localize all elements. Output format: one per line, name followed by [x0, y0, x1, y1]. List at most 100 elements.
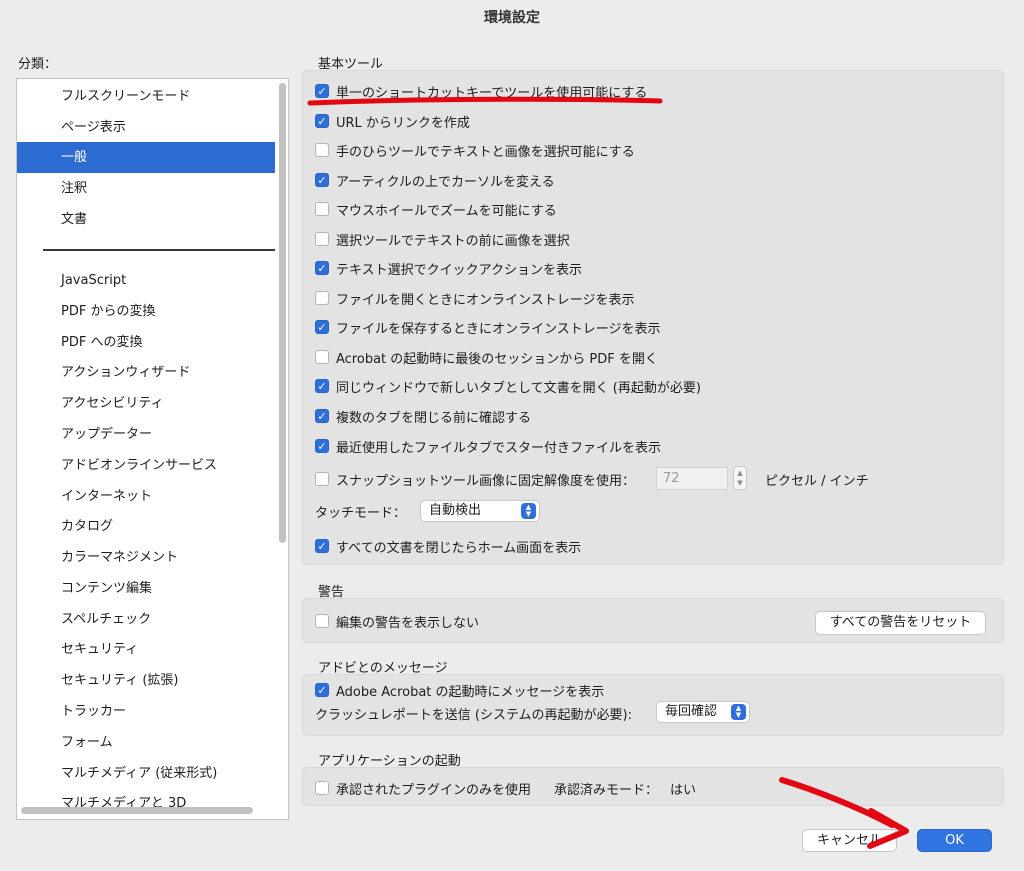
- snapshot-resolution-row[interactable]: スナップショットツール画像に固定解像度を使用：: [315, 469, 635, 489]
- option-row[interactable]: 編集の警告を表示しない: [315, 611, 479, 631]
- checkbox[interactable]: ✓: [315, 320, 329, 334]
- option-row[interactable]: ✓ URL からリンクを作成: [315, 111, 470, 131]
- approved-mode-label: 承認済みモード：: [554, 782, 659, 798]
- category-list[interactable]: フルスクリーンモード ページ表示 一般 注釈 文書 JavaScript PDF…: [16, 78, 289, 820]
- checkbox[interactable]: [315, 614, 329, 628]
- option-label: 同じウィンドウで新しいタブとして文書を開く (再起動が必要): [336, 380, 701, 396]
- option-label: URL からリンクを作成: [336, 115, 470, 131]
- option-row[interactable]: マウスホイールでズームを可能にする: [315, 199, 557, 219]
- sidebar-item[interactable]: アクセシビリティ: [17, 388, 275, 419]
- window-title: 環境設定: [484, 10, 540, 26]
- checkbox[interactable]: [315, 350, 329, 364]
- checkbox[interactable]: [315, 202, 329, 216]
- select-arrows-icon: ▲ ▼: [731, 704, 746, 720]
- sidebar-item[interactable]: PDF からの変換: [17, 296, 275, 327]
- sidebar-item[interactable]: フォーム: [17, 727, 275, 758]
- checkbox[interactable]: ✓: [315, 84, 329, 98]
- checkbox[interactable]: ✓: [315, 173, 329, 187]
- option-row[interactable]: ✓ 最近使用したファイルタブでスター付きファイルを表示: [315, 436, 661, 456]
- option-label: すべての文書を閉じたらホーム画面を表示: [336, 540, 582, 556]
- checkbox[interactable]: [315, 781, 329, 795]
- checkbox[interactable]: ✓: [315, 539, 329, 553]
- option-row[interactable]: ✓ 複数のタブを閉じる前に確認する: [315, 406, 531, 426]
- option-row[interactable]: ✓ 同じウィンドウで新しいタブとして文書を開く (再起動が必要): [315, 376, 701, 396]
- resolution-stepper[interactable]: ▲ ▼: [733, 466, 747, 490]
- option-row[interactable]: ✓ ファイルを保存するときにオンラインストレージを表示: [315, 317, 660, 337]
- sidebar-item[interactable]: マルチメディア (従来形式): [17, 758, 275, 789]
- sidebar-item-selected[interactable]: 一般: [17, 142, 275, 173]
- checkbox[interactable]: ✓: [315, 439, 329, 453]
- sidebar-item[interactable]: JavaScript: [17, 265, 275, 296]
- option-label: 単一のショートカットキーでツールを使用可能にする: [336, 85, 648, 101]
- touch-mode-select[interactable]: 自動検出 ▲ ▼: [420, 500, 540, 522]
- option-label: 編集の警告を表示しない: [336, 615, 480, 631]
- sidebar-item[interactable]: トラッカー: [17, 696, 275, 727]
- select-arrows-icon: ▲ ▼: [521, 503, 536, 519]
- sidebar-item[interactable]: アドビオンラインサービス: [17, 450, 275, 481]
- option-label: 最近使用したファイルタブでスター付きファイルを表示: [336, 440, 662, 456]
- categories-label: 分類：: [18, 57, 58, 72]
- cancel-button[interactable]: キャンセル: [802, 829, 897, 852]
- sidebar-item[interactable]: マルチメディアと 3D: [17, 788, 275, 819]
- checkbox[interactable]: ✓: [315, 114, 329, 128]
- sidebar-item[interactable]: セキュリティ (拡張): [17, 665, 275, 696]
- sidebar-item[interactable]: アップデーター: [17, 419, 275, 450]
- checkbox[interactable]: ✓: [315, 261, 329, 275]
- approved-mode-value: はい: [670, 782, 697, 798]
- option-row[interactable]: ✓ アーティクルの上でカーソルを変える: [315, 170, 555, 190]
- option-row[interactable]: ✓ テキスト選択でクイックアクションを表示: [315, 258, 582, 278]
- option-row[interactable]: ✓ 単一のショートカットキーでツールを使用可能にする: [315, 81, 647, 101]
- option-label: アーティクルの上でカーソルを変える: [336, 174, 555, 190]
- checkbox[interactable]: [315, 232, 329, 246]
- option-label: 複数のタブを閉じる前に確認する: [336, 410, 532, 426]
- sidebar-item[interactable]: ページ表示: [17, 112, 275, 143]
- chevron-up-icon[interactable]: ▲: [737, 469, 742, 477]
- sidebar-horizontal-scrollbar[interactable]: [21, 807, 253, 814]
- checkbox[interactable]: [315, 143, 329, 157]
- touch-mode-label: タッチモード：: [315, 505, 407, 521]
- sidebar-item[interactable]: インターネット: [17, 481, 275, 512]
- reset-warnings-button[interactable]: すべての警告をリセット: [815, 611, 986, 635]
- ok-button[interactable]: OK: [917, 829, 992, 852]
- option-row[interactable]: 手のひらツールでテキストと画像を選択可能にする: [315, 140, 635, 160]
- sidebar-item[interactable]: スペルチェック: [17, 604, 275, 635]
- option-label: 選択ツールでテキストの前に画像を選択: [336, 233, 570, 249]
- option-row[interactable]: ✓ すべての文書を閉じたらホーム画面を表示: [315, 536, 581, 556]
- option-label: ファイルを開くときにオンラインストレージを表示: [336, 292, 635, 308]
- option-row[interactable]: 承認されたプラグインのみを使用: [315, 778, 531, 798]
- sidebar-item[interactable]: フルスクリーンモード: [17, 81, 275, 112]
- sidebar-divider: [43, 249, 275, 251]
- sidebar-item[interactable]: カタログ: [17, 511, 275, 542]
- option-label: Acrobat の起動時に最後のセッションから PDF を開く: [336, 351, 658, 367]
- sidebar-item[interactable]: 文書: [17, 204, 275, 235]
- option-label: 手のひらツールでテキストと画像を選択可能にする: [336, 144, 635, 160]
- sidebar-item[interactable]: PDF への変換: [17, 327, 275, 358]
- sidebar-item[interactable]: カラーマネジメント: [17, 542, 275, 573]
- option-row[interactable]: Acrobat の起動時に最後のセッションから PDF を開く: [315, 347, 658, 367]
- checkbox[interactable]: ✓: [315, 683, 329, 697]
- sidebar-item[interactable]: コンテンツ編集: [17, 573, 275, 604]
- option-label: 承認されたプラグインのみを使用: [336, 782, 532, 798]
- sidebar-item[interactable]: アクションウィザード: [17, 357, 275, 388]
- checkbox[interactable]: [315, 472, 329, 486]
- option-label: Adobe Acrobat の起動時にメッセージを表示: [336, 684, 605, 700]
- option-label: ファイルを保存するときにオンラインストレージを表示: [336, 321, 661, 337]
- crash-report-label: クラッシュレポートを送信 (システムの再起動が必要):: [315, 707, 633, 723]
- sidebar-item[interactable]: セキュリティ: [17, 634, 275, 665]
- option-row[interactable]: ✓ Adobe Acrobat の起動時にメッセージを表示: [315, 680, 604, 700]
- option-label: テキスト選択でクイックアクションを表示: [336, 262, 582, 278]
- resolution-input[interactable]: 72: [656, 467, 728, 490]
- option-label: スナップショットツール画像に固定解像度を使用：: [336, 473, 636, 489]
- option-row[interactable]: 選択ツールでテキストの前に画像を選択: [315, 229, 570, 249]
- checkbox[interactable]: ✓: [315, 379, 329, 393]
- chevron-down-icon[interactable]: ▼: [737, 479, 742, 487]
- select-value: 自動検出: [429, 503, 482, 518]
- checkbox[interactable]: ✓: [315, 409, 329, 423]
- option-row[interactable]: ファイルを開くときにオンラインストレージを表示: [315, 288, 634, 308]
- checkbox[interactable]: [315, 291, 329, 305]
- option-label: マウスホイールでズームを可能にする: [336, 203, 557, 219]
- crash-report-select[interactable]: 毎回確認 ▲ ▼: [656, 701, 750, 723]
- sidebar-vertical-scrollbar[interactable]: [279, 83, 286, 543]
- sidebar-item[interactable]: 注釈: [17, 173, 275, 204]
- select-value: 毎回確認: [665, 704, 718, 719]
